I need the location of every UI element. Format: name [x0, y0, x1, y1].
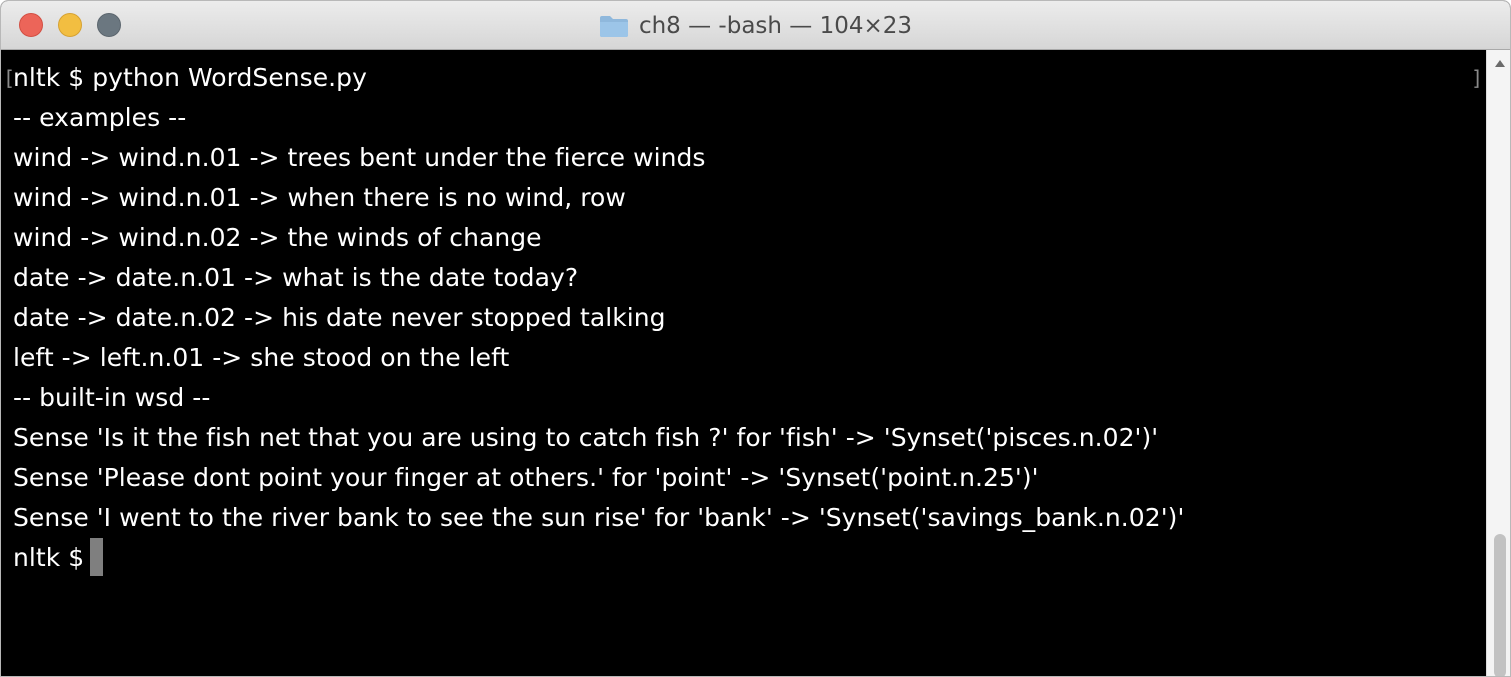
- prompt-text: nltk $: [13, 543, 85, 572]
- output-line: wind -> wind.n.02 -> the winds of change: [13, 223, 542, 252]
- output-line: Sense 'Please dont point your finger at …: [13, 463, 1039, 492]
- output-line: left -> left.n.01 -> she stood on the le…: [13, 343, 510, 372]
- output-line: date -> date.n.02 -> his date never stop…: [13, 303, 666, 332]
- output-line: Sense 'Is it the fish net that you are u…: [13, 423, 1159, 452]
- window-title-text: ch8 — -bash — 104×23: [638, 12, 913, 39]
- output-line: -- built-in wsd --: [13, 383, 211, 412]
- prompt-line[interactable]: nltk $: [13, 538, 1473, 578]
- folder-icon: [599, 15, 628, 37]
- output-line: wind -> wind.n.01 -> when there is no wi…: [13, 183, 626, 212]
- text-cursor: [90, 538, 104, 576]
- terminal-window: ch8 — -bash — 104×23 [ ] nltk $ python W…: [0, 0, 1511, 677]
- output-line: date -> date.n.01 -> what is the date to…: [13, 263, 579, 292]
- title-bar[interactable]: ch8 — -bash — 104×23: [1, 1, 1510, 50]
- terminal-lines: nltk $ python WordSense.py -- examples -…: [13, 58, 1473, 578]
- output-line: Sense 'I went to the river bank to see t…: [13, 503, 1185, 532]
- command-line: nltk $ python WordSense.py: [13, 63, 367, 92]
- output-line: -- examples --: [13, 103, 187, 132]
- window-title: ch8 — -bash — 104×23: [1, 1, 1510, 50]
- vertical-scrollbar[interactable]: [1486, 50, 1510, 676]
- scroll-up-arrow-icon[interactable]: [1495, 60, 1505, 67]
- output-line: wind -> wind.n.01 -> trees bent under th…: [13, 143, 706, 172]
- terminal-output[interactable]: [ ] nltk $ python WordSense.py -- exampl…: [1, 50, 1486, 676]
- scroll-thumb[interactable]: [1494, 534, 1506, 676]
